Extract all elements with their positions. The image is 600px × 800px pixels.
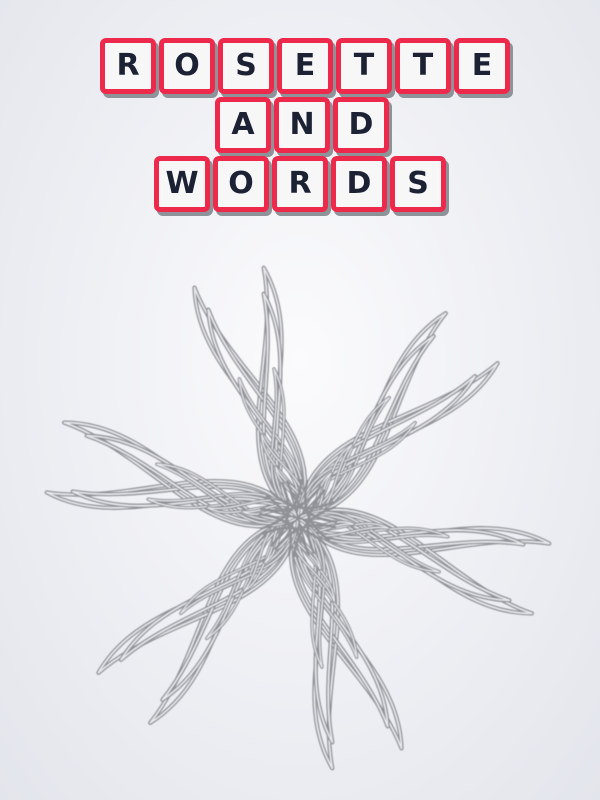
letter-tile: T (395, 38, 451, 94)
letter-tile: O (213, 156, 269, 212)
title-row-rosette: R O S E T T E (10, 38, 600, 94)
letter-tile: W (154, 156, 210, 212)
rosette-strokes (44, 265, 552, 771)
letter-tile: A (215, 97, 271, 153)
title-row-words: W O R D S (0, 156, 600, 212)
letter-tile: S (218, 38, 274, 94)
letter-tile: N (274, 97, 330, 153)
letter-tile: D (333, 97, 389, 153)
letter-tile: D (331, 156, 387, 212)
letter-tile: T (336, 38, 392, 94)
letter-tile: R (272, 156, 328, 212)
letter-tile: S (390, 156, 446, 212)
letter-tile: E (454, 38, 510, 94)
title-row-and: A N D (4, 97, 600, 153)
game-title: R O S E T T E A N D W O R D S (0, 38, 600, 215)
rosette-figure (44, 265, 552, 771)
letter-tile: O (159, 38, 215, 94)
letter-tile: E (277, 38, 333, 94)
letter-tile: R (100, 38, 156, 94)
